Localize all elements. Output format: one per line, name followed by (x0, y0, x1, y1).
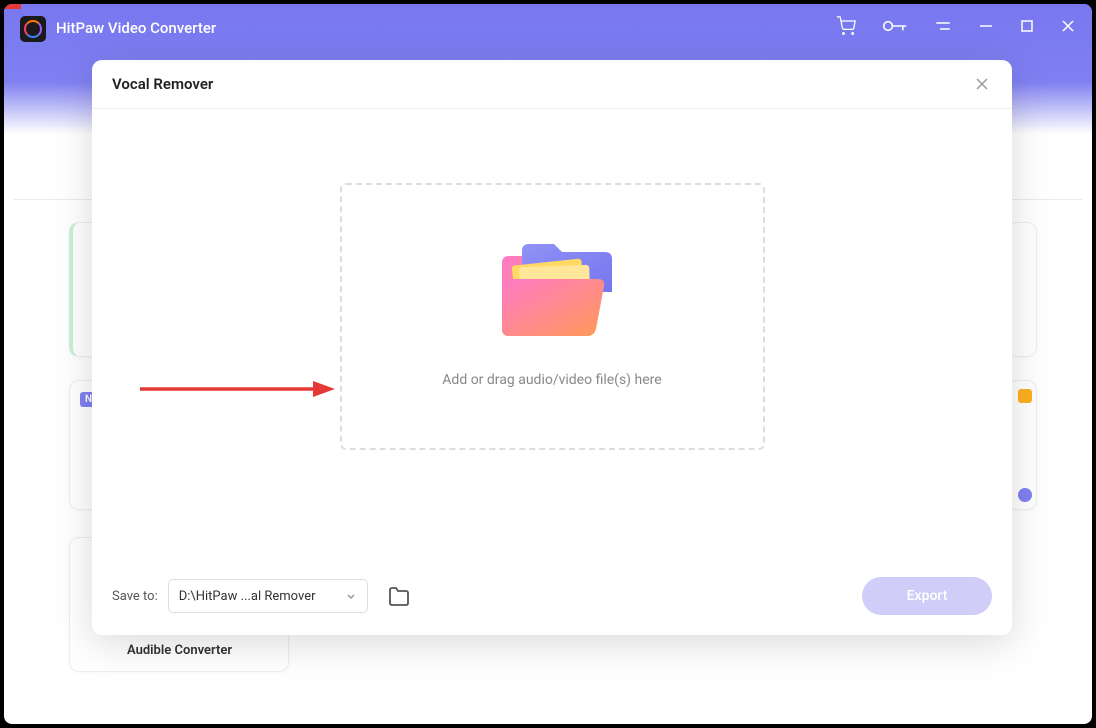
file-dropzone[interactable]: Add or drag audio/video file(s) here (340, 183, 765, 450)
modal-footer: Save to: D:\HitPaw ...al Remover Export (92, 563, 1012, 635)
arrow-annotation-icon (140, 379, 335, 403)
save-path-select[interactable]: D:\HitPaw ...al Remover (168, 579, 368, 613)
chevron-down-icon (345, 590, 357, 602)
modal-header: Vocal Remover (92, 60, 1012, 109)
status-badge (1018, 389, 1032, 403)
save-to-label: Save to: (112, 589, 158, 604)
menu-icon[interactable] (934, 17, 952, 35)
save-path-value: D:\HitPaw ...al Remover (179, 589, 316, 604)
cart-icon[interactable] (836, 16, 856, 36)
export-button[interactable]: Export (862, 577, 992, 615)
browse-folder-button[interactable] (384, 581, 414, 611)
minimize-icon[interactable] (978, 18, 994, 34)
app-title: HitPaw Video Converter (56, 19, 216, 37)
modal-close-button[interactable] (972, 74, 992, 94)
status-badge (1018, 488, 1032, 502)
window-controls (836, 16, 1076, 36)
modal-body: Add or drag audio/video file(s) here (92, 109, 1012, 563)
modal-title: Vocal Remover (112, 75, 213, 93)
notification-badge (4, 4, 21, 9)
vocal-remover-modal: Vocal Remover (92, 60, 1012, 635)
app-logo (20, 16, 46, 42)
key-icon[interactable] (882, 17, 908, 35)
close-icon[interactable] (1060, 18, 1076, 34)
folder-icon (492, 244, 612, 344)
audible-converter-label: Audible Converter (127, 643, 232, 658)
dropzone-text: Add or drag audio/video file(s) here (442, 372, 661, 388)
app-window: HitPaw Video Converter N (4, 4, 1092, 724)
maximize-icon[interactable] (1020, 19, 1034, 33)
